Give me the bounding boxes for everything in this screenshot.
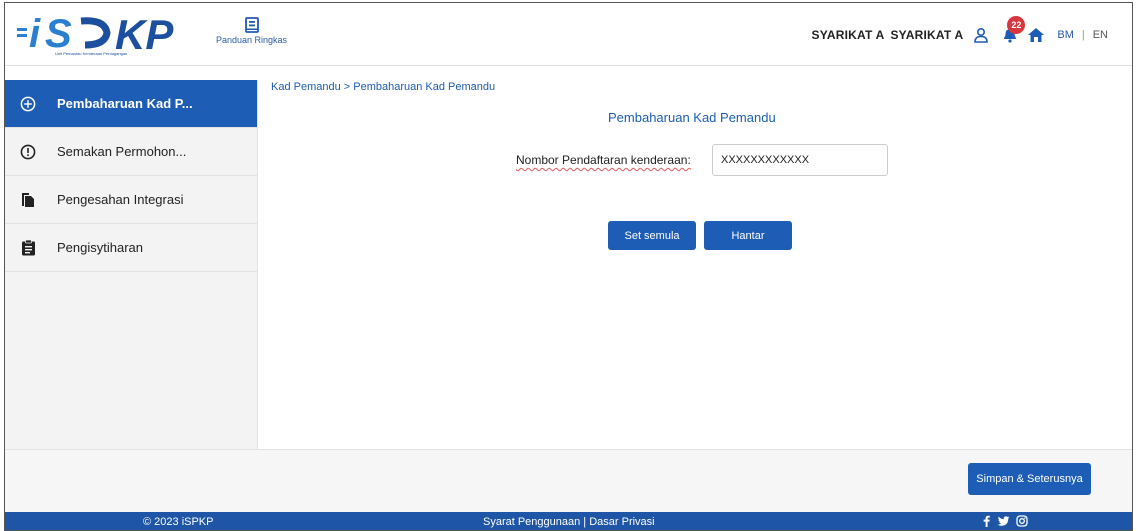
quick-guide-label: Panduan Ringkas xyxy=(216,35,288,45)
sidebar-item-label: Semakan Permohon... xyxy=(57,144,187,159)
user-icon xyxy=(974,27,989,43)
top-header: i S KP Unit Pemantau Kenderaan Perdagang… xyxy=(5,3,1132,66)
sidebar-item-integration[interactable]: Pengesahan Integrasi xyxy=(5,176,257,224)
svg-text:Unit Pemantau Kenderaan Perdag: Unit Pemantau Kenderaan Perdagangan xyxy=(55,51,127,56)
app-frame: i S KP Unit Pemantau Kenderaan Perdagang… xyxy=(4,2,1133,531)
home-icon xyxy=(1028,28,1045,42)
footer: © 2023 iSPKP Syarat Penggunaan | Dasar P… xyxy=(5,512,1132,530)
header-actions: SYARIKAT A SYARIKAT A 22 BM | EN xyxy=(812,15,1108,55)
sidebar: Pembaharuan Kad P... Semakan Permohon...… xyxy=(5,80,258,450)
logo-graphic: i S KP Unit Pemantau Kenderaan Perdagang… xyxy=(17,11,174,58)
quick-guide-link[interactable]: Panduan Ringkas xyxy=(216,17,287,45)
plus-circle-icon xyxy=(19,95,37,113)
sidebar-item-label: Pengesahan Integrasi xyxy=(57,192,184,207)
save-and-continue-button[interactable]: Simpan & Seterusnya xyxy=(968,463,1091,495)
sidebar-item-renewal[interactable]: Pembaharuan Kad P... xyxy=(5,80,257,128)
footer-links[interactable]: Syarat Penggunaan | Dasar Privasi xyxy=(483,516,655,528)
bottom-action-bar xyxy=(5,449,1132,512)
breadcrumb[interactable]: Kad Pemandu > Pembaharuan Kad Pemandu xyxy=(271,81,495,93)
twitter-icon[interactable] xyxy=(997,515,1010,527)
lang-en[interactable]: EN xyxy=(1093,29,1108,41)
sidebar-item-status-check[interactable]: Semakan Permohon... xyxy=(5,128,257,176)
documents-icon xyxy=(19,191,37,209)
sidebar-item-declaration[interactable]: Pengisytiharan xyxy=(5,224,257,272)
notification-badge: 22 xyxy=(1007,16,1026,34)
vehicle-registration-label: Nombor Pendaftaran kenderaan: xyxy=(516,153,691,167)
page-title: Pembaharuan Kad Pemandu xyxy=(608,110,776,125)
company-name-secondary: SYARIKAT A xyxy=(890,28,964,42)
notification-button[interactable]: 22 xyxy=(1001,16,1026,44)
vehicle-registration-input[interactable] xyxy=(712,144,888,176)
instagram-icon[interactable] xyxy=(1016,515,1028,527)
book-icon xyxy=(244,17,259,33)
social-links xyxy=(982,515,1028,527)
facebook-icon[interactable] xyxy=(982,515,991,527)
ispkp-logo[interactable]: i S KP Unit Pemantau Kenderaan Perdagang… xyxy=(15,11,215,58)
clipboard-icon xyxy=(19,239,37,257)
svg-text:i: i xyxy=(29,12,41,56)
lang-separator: | xyxy=(1081,29,1085,41)
home-button[interactable] xyxy=(1027,27,1045,43)
footer-copyright: © 2023 iSPKP xyxy=(143,516,214,528)
lang-bm[interactable]: BM xyxy=(1057,29,1074,41)
svg-text:S: S xyxy=(45,12,72,56)
profile-button[interactable] xyxy=(973,27,989,43)
alert-circle-icon xyxy=(19,143,37,161)
sidebar-item-label: Pembaharuan Kad P... xyxy=(57,96,193,111)
submit-button[interactable]: Hantar xyxy=(704,221,792,250)
company-name: SYARIKAT A xyxy=(811,28,885,42)
sidebar-item-label: Pengisytiharan xyxy=(57,240,143,255)
reset-button[interactable]: Set semula xyxy=(608,221,696,250)
